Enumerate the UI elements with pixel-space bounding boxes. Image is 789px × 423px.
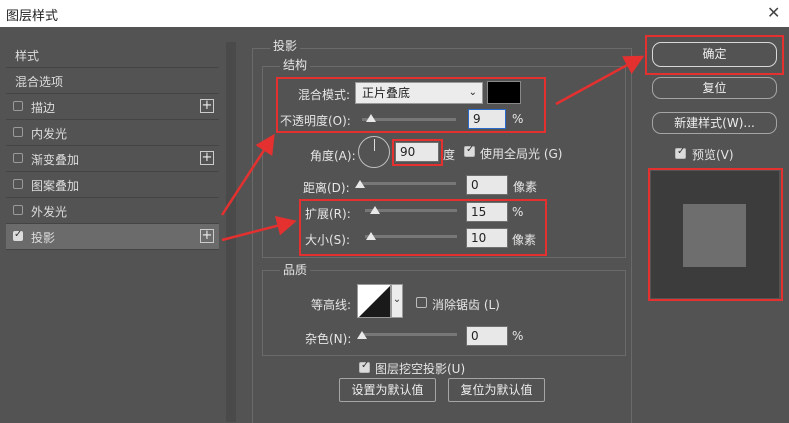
arrow-to-spread-size [221,216,297,242]
annotation-arrows [220,55,645,242]
arrow-to-ok [555,55,645,106]
arrow-to-blend-opacity [220,133,275,216]
